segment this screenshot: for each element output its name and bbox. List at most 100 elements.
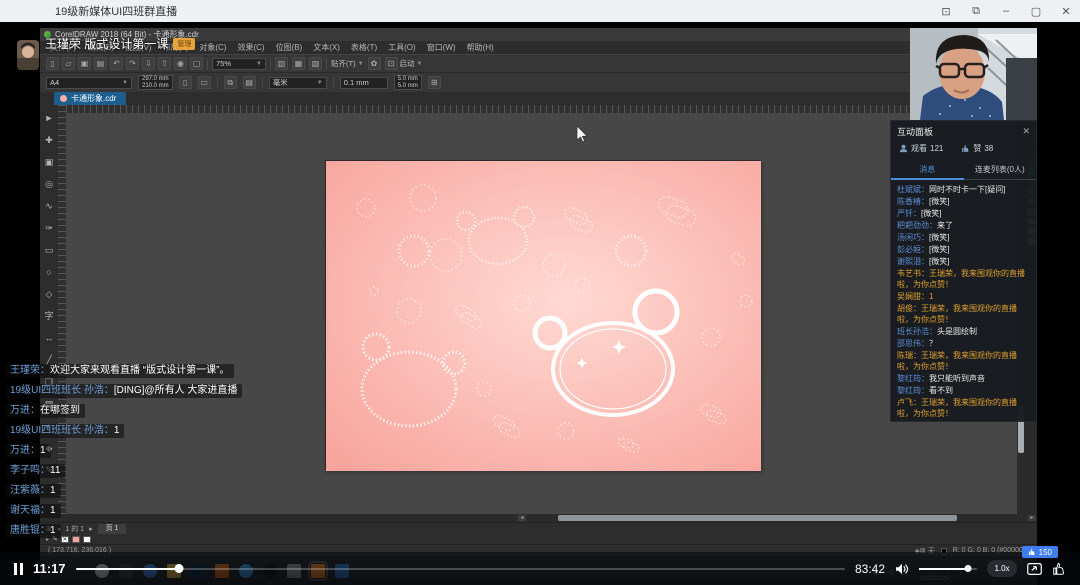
horizontal-scrollbar-thumb[interactable] <box>558 515 957 521</box>
陈香椿: 陈香椿[微笑] <box>897 196 1030 207</box>
progress-knob[interactable] <box>175 564 184 573</box>
streamer-avatar[interactable] <box>17 40 39 70</box>
like-button[interactable] <box>1052 562 1066 576</box>
fullscreen-preview-icon[interactable]: ▢ <box>190 57 203 70</box>
playback-speed-button[interactable]: 1.0x <box>987 560 1017 577</box>
zoom-tool-icon[interactable]: ◎ <box>42 173 57 195</box>
toolbar-icons-group: ▯▱▣▤↶↷⇩⇧◉▢ <box>46 57 203 70</box>
all-pages-button[interactable]: ⧉ <box>224 76 237 89</box>
panel-close-icon[interactable]: ✕ <box>1022 126 1030 137</box>
thumbs-up-icon <box>1028 548 1036 556</box>
volume-icon[interactable] <box>895 563 909 575</box>
menu-item[interactable]: 对象(C) <box>199 42 226 53</box>
webcam-image <box>910 28 1037 120</box>
唐胜锟: 唐胜锟1 <box>5 524 61 538</box>
maximize-icon[interactable]: ▢ <box>1028 5 1044 18</box>
page-size-preset-combo[interactable]: A4▼ <box>46 77 132 89</box>
import-icon[interactable]: ⇩ <box>142 57 155 70</box>
total-time: 83:42 <box>855 562 885 576</box>
dimension-tool-icon[interactable]: ↔ <box>42 327 57 349</box>
portrait-orientation-button[interactable]: ▯ <box>179 76 192 89</box>
viewers-stat: 观看 121 <box>899 143 943 154</box>
scroll-right-arrow[interactable]: ► <box>1028 515 1036 521</box>
launch-icon: ⊡ <box>385 57 398 70</box>
minimize-icon[interactable]: – <box>998 5 1014 17</box>
save-icon[interactable]: ▣ <box>78 57 91 70</box>
shape-tool-icon[interactable]: ✚ <box>42 129 57 151</box>
bear-artwork <box>326 161 761 471</box>
scroll-left-arrow[interactable]: ◄ <box>518 515 526 521</box>
duplicate-distance-field[interactable]: 5.0 mm 5.0 mm <box>394 75 422 90</box>
separator <box>207 58 208 70</box>
admin-badge: 管理 <box>173 38 195 50</box>
menu-item[interactable]: 窗口(W) <box>427 42 456 53</box>
rectangle-tool-icon[interactable]: ▭ <box>42 239 57 261</box>
open-icon[interactable]: ▱ <box>62 57 75 70</box>
nudge-distance-field[interactable]: 0.1 mm <box>340 77 388 89</box>
menu-item[interactable]: 帮助(H) <box>467 42 494 53</box>
close-icon[interactable]: ✕ <box>1058 5 1074 18</box>
pick-tool-icon[interactable]: ► <box>42 107 57 129</box>
黎红筠: 黎红筠看不到 <box>897 385 1030 396</box>
property-bar: A4▼ 297.0 mm 210.0 mm ▯ ▭ ⧉ ▤ 毫米▼ 0.1 mm… <box>40 72 1037 92</box>
current-time: 11:17 <box>33 561 66 576</box>
ellipse-tool-icon[interactable]: ○ <box>42 261 57 283</box>
grid-toggle-icon[interactable]: ▦ <box>292 57 305 70</box>
彭必姮: 彭必姮[微笑] <box>897 244 1030 255</box>
guides-toggle-icon[interactable]: ▧ <box>309 57 322 70</box>
snap-to-dropdown[interactable]: 贴齐(T)▼ <box>331 58 364 69</box>
artistic-media-tool-icon[interactable]: ✑ <box>42 217 57 239</box>
progress-played <box>76 568 180 570</box>
zoom-level-combo[interactable]: 75%▼ <box>212 58 266 70</box>
separator <box>217 77 218 89</box>
like-count-badge: 150 <box>1022 546 1058 558</box>
freehand-tool-icon[interactable]: ∿ <box>42 195 57 217</box>
separator <box>270 58 271 70</box>
launch-dropdown[interactable]: ⊡ 启动▼ <box>385 57 423 70</box>
progress-bar[interactable] <box>76 568 845 570</box>
stack-windows-icon[interactable]: ⧉ <box>968 5 984 18</box>
export-icon[interactable]: ⇧ <box>158 57 171 70</box>
menu-item[interactable]: 位图(B) <box>276 42 303 53</box>
吕迁: 吕迁王瑞荣，我来围观你的直播啦，为你点赞！ <box>897 420 1030 421</box>
new-document-icon[interactable]: ▯ <box>46 57 59 70</box>
menu-item[interactable]: 效果(C) <box>237 42 264 53</box>
text-tool-icon[interactable]: 字 <box>42 305 57 327</box>
王瑾荣: 王瑾荣欢迎大家来观看直播 “版式设计第一课”。 <box>5 364 234 378</box>
separator <box>333 77 334 89</box>
panel-tab[interactable]: 消息 <box>891 160 964 180</box>
webcam-feed <box>910 28 1037 120</box>
polygon-tool-icon[interactable]: ◇ <box>42 283 57 305</box>
player-controls: 11:17 83:42 1.0x <box>0 552 1080 585</box>
drawing-page[interactable] <box>325 160 760 470</box>
menu-item[interactable]: 工具(O) <box>388 42 416 53</box>
units-combo[interactable]: 毫米▼ <box>269 77 327 89</box>
panel-stats: 观看 121 赞 38 <box>891 140 1036 157</box>
panel-tab[interactable]: 连麦列表(0人) <box>964 160 1037 180</box>
page-dimensions-field[interactable]: 297.0 mm 210.0 mm <box>138 75 173 90</box>
publish-icon[interactable]: ◉ <box>174 57 187 70</box>
mini-window-icon[interactable]: ⊡ <box>938 5 954 18</box>
volume-knob[interactable] <box>965 565 972 572</box>
separator <box>262 77 263 89</box>
landscape-orientation-button[interactable]: ▭ <box>198 76 211 89</box>
menu-item[interactable]: 表格(T) <box>351 42 377 53</box>
panel-title: 互动面板 <box>897 125 933 138</box>
options-gear-icon[interactable]: ✿ <box>368 57 381 70</box>
谢熙泪: 谢熙泪[微笑] <box>897 256 1030 267</box>
pause-button[interactable] <box>14 563 23 575</box>
rulers-toggle-icon[interactable]: ▥ <box>275 57 288 70</box>
treat-as-filled-icon[interactable]: ⊞ <box>428 76 441 89</box>
redo-icon[interactable]: ↷ <box>126 57 139 70</box>
chat-message-list[interactable]: 杜斌斌网时不时卡一下[疑问] 陈香椿[微笑] 严钎[微笑] 粑耙劲劲来了 汤闲巧… <box>891 180 1036 421</box>
undo-icon[interactable]: ↶ <box>110 57 123 70</box>
print-icon[interactable]: ▤ <box>94 57 107 70</box>
document-tab[interactable]: 卡通形象.cdr <box>54 92 126 105</box>
万进: 万进在哪签到 <box>5 404 85 418</box>
current-page-button[interactable]: ▤ <box>243 76 256 89</box>
os-titlebar: 19级新媒体UI四班群直播 ⊡ ⧉ – ▢ ✕ <box>0 0 1080 22</box>
mini-player-icon[interactable] <box>1027 563 1042 575</box>
menu-item[interactable]: 文本(X) <box>313 42 340 53</box>
crop-tool-icon[interactable]: ▣ <box>42 151 57 173</box>
volume-slider[interactable] <box>919 568 977 570</box>
